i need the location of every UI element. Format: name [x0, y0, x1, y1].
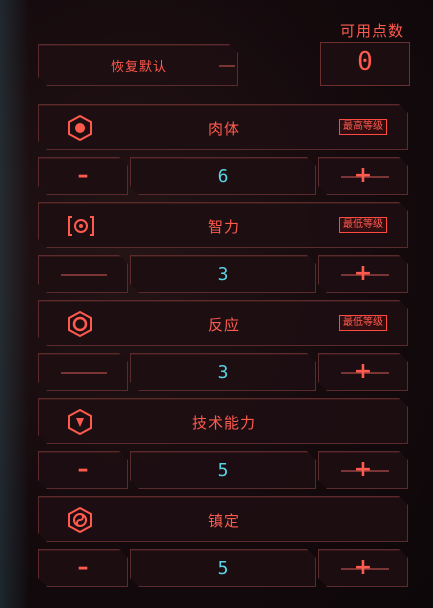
plus-icon: + [353, 261, 373, 286]
minus-button[interactable]: – [38, 549, 128, 587]
plus-icon: + [353, 163, 373, 188]
background-glow [0, 0, 30, 608]
attribute-name: 技术能力 [191, 414, 256, 432]
level-badge: 最低等级 [339, 217, 387, 233]
attribute-row-cool: 镇定 [38, 496, 408, 542]
available-points-box: 0 [320, 42, 410, 86]
attribute-value: 5 [217, 460, 229, 481]
reset-defaults-button[interactable]: 恢复默认 [38, 44, 238, 86]
minus-icon: – [77, 555, 89, 580]
technical-ability-icon [67, 409, 93, 439]
attribute-row-intelligence: 智力 最低等级 [38, 202, 408, 248]
plus-button[interactable]: + [318, 157, 408, 195]
attribute-value-box: 3 [130, 353, 316, 391]
plus-icon: + [353, 359, 373, 384]
plus-icon: + [353, 457, 373, 482]
attribute-name: 智力 [207, 218, 240, 236]
reset-defaults-label: 恢复默认 [110, 60, 167, 75]
minus-button[interactable]: – [38, 451, 128, 489]
attribute-value: 3 [217, 264, 229, 285]
intelligence-icon [67, 213, 95, 243]
minus-icon: – [77, 457, 89, 482]
attribute-name: 镇定 [207, 512, 240, 530]
minus-button[interactable]: – [38, 157, 128, 195]
plus-button[interactable]: + [318, 353, 408, 391]
available-points-value: 0 [357, 47, 373, 77]
reflexes-icon [67, 311, 93, 341]
attribute-name: 反应 [207, 316, 240, 334]
attribute-value: 3 [217, 362, 229, 383]
attribute-name: 肉体 [207, 120, 240, 138]
attribute-row-technical-ability: 技术能力 [38, 398, 408, 444]
minus-dash [61, 372, 107, 374]
attribute-row-reflexes: 反应 最低等级 [38, 300, 408, 346]
reset-dash [219, 65, 235, 67]
minus-button[interactable] [38, 353, 128, 391]
attribute-value-box: 5 [130, 549, 316, 587]
minus-button[interactable] [38, 255, 128, 293]
available-points-label: 可用点数 [340, 22, 405, 40]
minus-dash [61, 274, 107, 276]
cool-icon [67, 507, 93, 537]
attribute-value-box: 6 [130, 157, 316, 195]
attribute-value-box: 5 [130, 451, 316, 489]
minus-icon: – [77, 163, 89, 188]
body-icon [67, 115, 93, 145]
level-badge: 最高等级 [339, 119, 387, 135]
plus-button[interactable]: + [318, 549, 408, 587]
plus-icon: + [353, 555, 373, 580]
attribute-value: 6 [217, 166, 229, 187]
attribute-value: 5 [217, 558, 229, 579]
attribute-value-box: 3 [130, 255, 316, 293]
level-badge: 最低等级 [339, 315, 387, 331]
plus-button[interactable]: + [318, 255, 408, 293]
attribute-row-body: 肉体 最高等级 [38, 104, 408, 150]
plus-button[interactable]: + [318, 451, 408, 489]
